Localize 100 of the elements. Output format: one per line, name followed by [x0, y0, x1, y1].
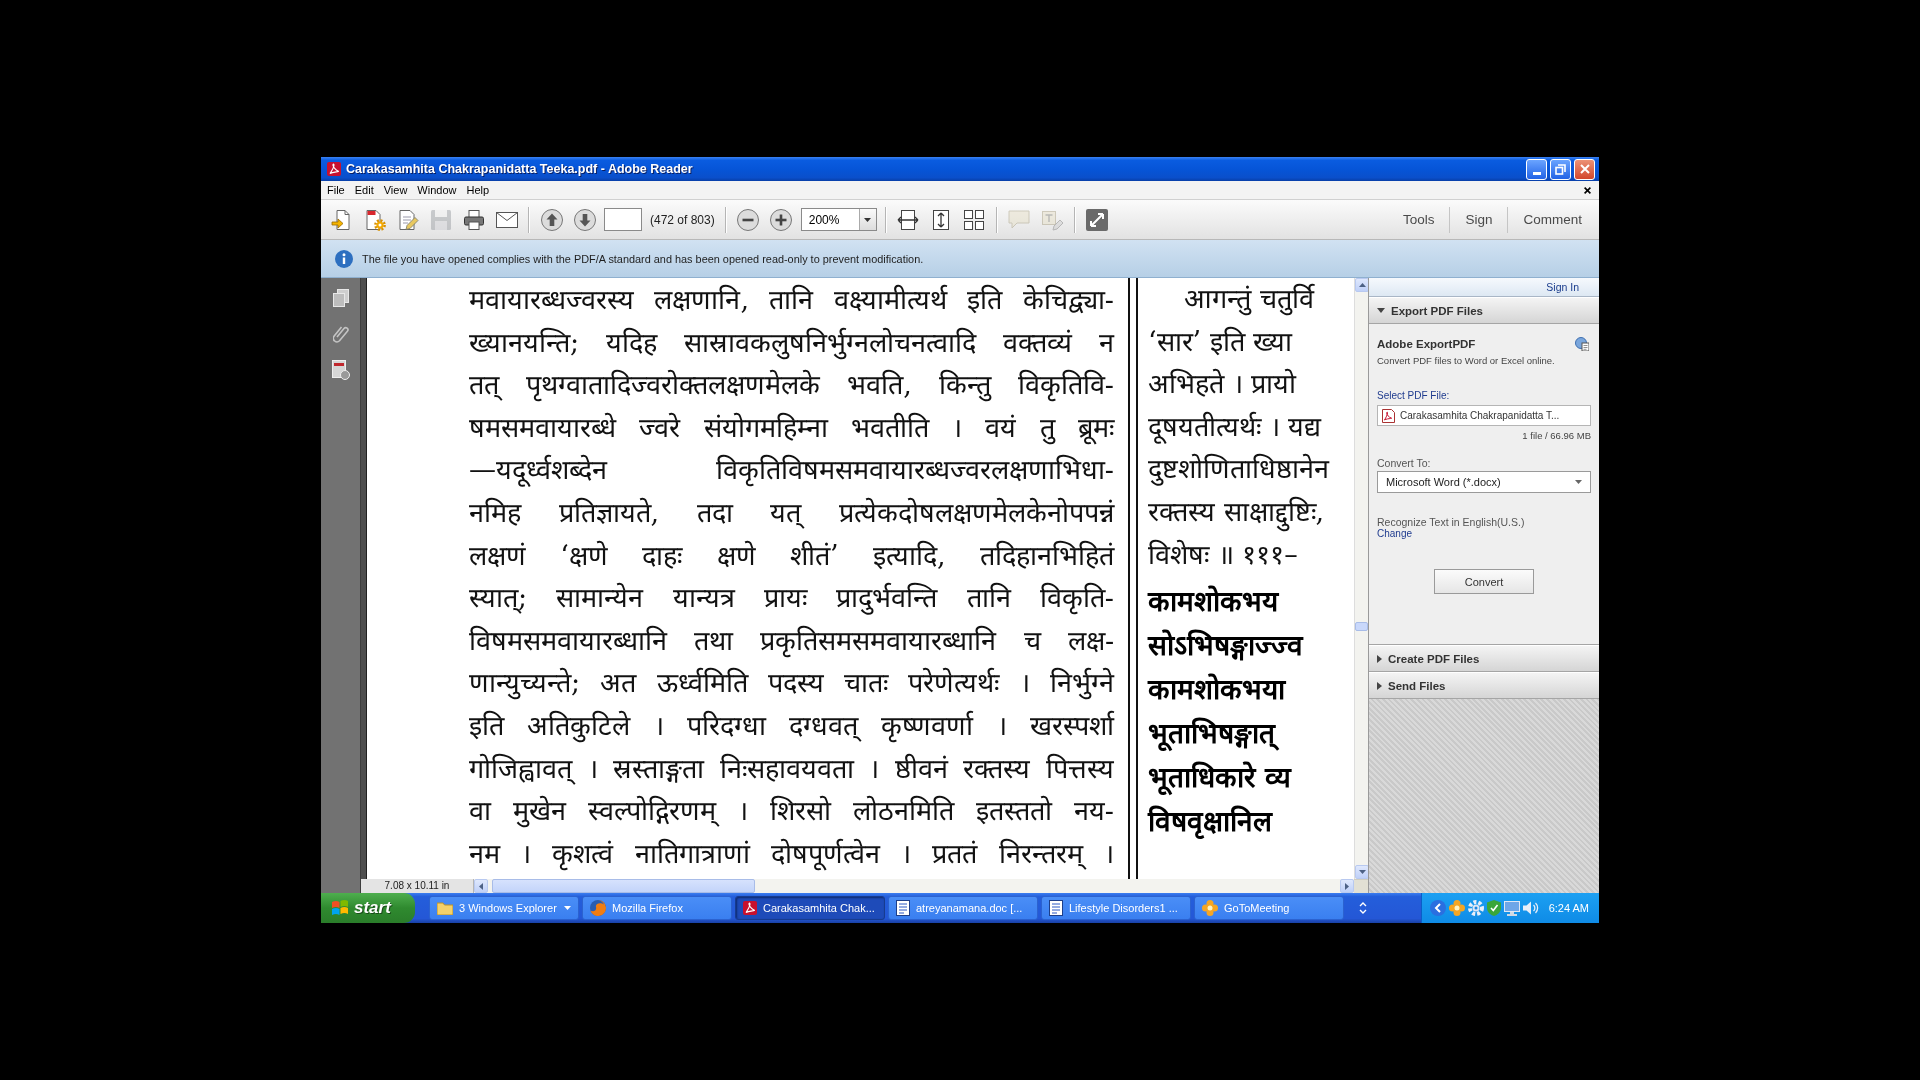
menu-item[interactable]: File [322, 184, 350, 196]
down-caret-icon [1358, 870, 1366, 874]
field-label: Convert To: [1377, 457, 1431, 469]
sign-in-link[interactable]: Sign In [1546, 281, 1579, 293]
zoom-dropdown[interactable]: 200% [800, 208, 877, 231]
start-button[interactable]: start [321, 893, 415, 923]
document-icon [896, 900, 910, 916]
flower-icon [1449, 900, 1465, 916]
page-number-field[interactable] [604, 208, 642, 231]
text-line: दूषयतीत्यर्थः । यद्य [1148, 409, 1323, 446]
close-icon [1584, 186, 1591, 194]
text-line: णान्युच्यन्ते; अत ऊर्ध्वमिति पदस्य चातः परेणेत्यर्थः । निर्भुग्ने [469, 666, 1114, 702]
section-header[interactable]: Create PDF Files [1369, 645, 1599, 672]
section-header[interactable]: Export PDF Files [1369, 297, 1599, 324]
monitor-icon [1504, 900, 1520, 916]
menu-item[interactable]: Help [461, 184, 495, 196]
text-line: रक्तस्य साक्षाद्दुष्टिः, [1148, 490, 1354, 534]
globe-icon [590, 900, 606, 916]
scroll-thumb[interactable] [492, 879, 755, 893]
scroll-right-button[interactable] [1340, 879, 1354, 893]
restore-button[interactable] [1550, 158, 1571, 180]
vertical-scrollbar[interactable] [1354, 278, 1368, 879]
scrollbar-corner [1354, 879, 1368, 893]
taskbar-button[interactable]: Mozilla Firefox [582, 896, 732, 920]
triangle-right-icon [1377, 681, 1382, 690]
pdf-icon [327, 162, 341, 176]
file-field[interactable]: Carakasamhita Chakrapanidatta T... [1377, 405, 1591, 426]
document-arrow-icon [330, 208, 353, 231]
triangle-down-icon [1377, 308, 1385, 313]
text-line: नमिह प्रतिज्ञायते, तदा यत् प्रत्येकदोषलक्षणमेलकेनोपपन्नं [469, 495, 1114, 531]
format-dropdown[interactable]: Microsoft Word (*.docx) [1377, 471, 1591, 493]
folder-icon [437, 901, 453, 915]
taskbar-button[interactable]: Carakasamhita Chak... [735, 896, 885, 920]
text-line: तत् पृथग्वातादिज्वरोक्तलक्षणमेलके भवति, किन्तु विकृतिवि- [469, 368, 1114, 404]
left-caret-icon [479, 882, 483, 890]
shield-icon [1487, 900, 1501, 916]
verse-line: भूताधिकारे व्य [1148, 760, 1293, 797]
pdf-icon [743, 901, 757, 915]
text-line: वा मुखेन स्वल्पोद्गिरणम् । शिरसो लोठनमिति इतस्ततो नय- [469, 794, 1114, 830]
zoom-in-icon [770, 208, 793, 231]
expand-icon [1086, 208, 1109, 231]
verse-line: सोऽभिषङ्गाज्ज्व [1148, 628, 1305, 665]
triangle-right-icon [1377, 654, 1382, 663]
text-line: दुष्टशोणिताधिष्ठानेन [1148, 452, 1331, 488]
convert-button[interactable]: Convert [1434, 569, 1534, 594]
taskbar-button[interactable]: Lifestyle Disorders1 ... [1041, 896, 1191, 920]
pages-icon [332, 289, 349, 307]
text-line: अभिहते । प्रायो [1148, 367, 1298, 402]
menu-item[interactable]: Edit [349, 184, 379, 196]
info-message: The file you have opened complies with the PDF/A standard and has been opened read-only to prevent modification. [362, 252, 924, 265]
field-label: Select PDF File: [1377, 390, 1450, 401]
up-caret-icon [1358, 283, 1366, 287]
flag-icon [331, 900, 349, 916]
change-link[interactable]: Change [1377, 528, 1413, 539]
text-line: स्यात्; सामान्येन यान्यत्र प्रायः प्रादुर्भवन्ति तानि विकृति- [469, 581, 1114, 617]
caret-icon [1575, 480, 1582, 484]
text-line: विषमसमवायारब्धानि तथा प्रकृतिसमसमवायारब्धानि च लक्ष- [469, 623, 1114, 660]
verse-line: भूताभिषङ्गात् [1148, 712, 1354, 757]
note-pencil-icon [1041, 208, 1064, 231]
gear-icon [1468, 900, 1484, 916]
clock: 6:24 AM [1548, 902, 1590, 914]
text-line: आगन्तुं चतुर्वि [1183, 282, 1316, 318]
right-caret-icon [1345, 882, 1349, 890]
text-line: गोजिह्वावत् । स्रस्ताङ्गता निःसहावयवता । ष्ठीवनं रक्तस्य पित्तस्य [469, 751, 1114, 787]
window-title: Carakasamhita Chakrapanidatta Teeka.pdf - Adobe Reader [346, 162, 693, 176]
verse-line: विषवृक्षानिल [1148, 804, 1274, 841]
speech-bubble-icon [1008, 209, 1031, 230]
flower-icon [1202, 900, 1218, 916]
menu-item[interactable]: Window [412, 184, 462, 196]
document-seal-icon [331, 360, 350, 380]
taskbar-button[interactable]: atreyanamana.doc [... [888, 896, 1038, 920]
text-line: नम । कृशत्वं नातिगात्राणां दोषपूर्णत्वेन । प्रततं निरन्तरम् । [469, 836, 1114, 873]
close-button[interactable] [1574, 158, 1595, 180]
minimize-button[interactable] [1526, 158, 1547, 180]
scroll-left-button[interactable] [474, 879, 488, 893]
pane-tab[interactable]: Comment [1508, 204, 1597, 235]
fit-width-icon [897, 208, 920, 231]
service-title: Adobe ExportPDF [1377, 338, 1476, 350]
scroll-up-button[interactable] [1355, 278, 1369, 292]
section-header[interactable]: Send Files [1369, 672, 1599, 699]
restore-icon [1555, 163, 1566, 175]
taskbar-button[interactable]: 3 Windows Explorer [429, 896, 579, 920]
close-icon [1579, 164, 1590, 174]
ocr-language-text: Recognize Text in English(U.S.) [1377, 516, 1525, 528]
pane-tab[interactable]: Sign [1450, 204, 1508, 235]
scroll-down-button[interactable] [1355, 865, 1369, 879]
caret-icon [864, 217, 872, 222]
taskbar-button[interactable]: GoToMeeting [1194, 896, 1344, 920]
scroll-thumb[interactable] [1355, 622, 1368, 631]
verse-line: कामशोकभया [1148, 672, 1287, 709]
document-pencil-icon [396, 208, 419, 231]
text-line: —यदूर्ध्वशब्देन विकृतिविषमसमवायारब्धज्वरलक्षणाभिधा- [469, 453, 1114, 489]
verse-line: कामशोकभय [1148, 584, 1280, 621]
pane-tab[interactable]: Tools [1387, 204, 1450, 235]
envelope-icon [495, 211, 518, 228]
text-line: षमसमवायारब्धे ज्वरे संयोगमहिम्ना भवतीति । वयं तु ब्रूमः [469, 410, 1114, 447]
horizontal-scrollbar[interactable] [474, 879, 1354, 893]
menu-item[interactable]: View [378, 184, 413, 196]
text-line: मवायारब्धज्वरस्य लक्षणानि, तानि वक्ष्यामीत्यर्थ इति केचिद्व्या- [469, 283, 1114, 317]
speaker-icon [1523, 901, 1539, 915]
